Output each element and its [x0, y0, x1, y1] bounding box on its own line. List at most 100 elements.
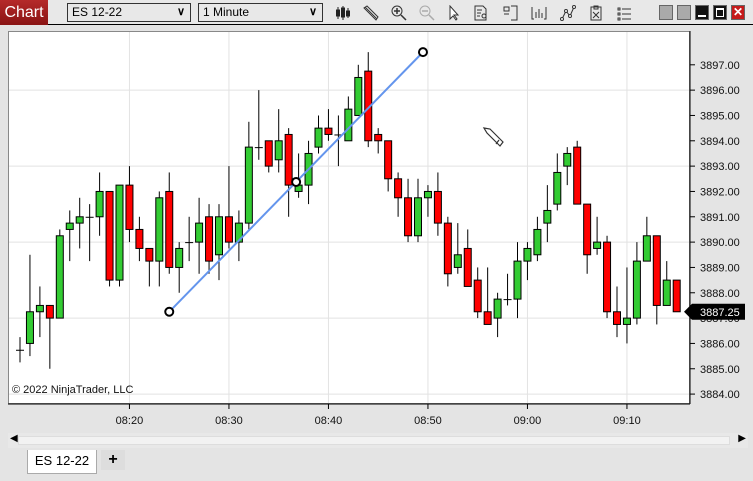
price-tick-label: 3895.00 [700, 110, 740, 122]
tab-es-12-22[interactable]: ES 12-22 [27, 450, 97, 474]
time-tick-label: 09:10 [613, 415, 641, 427]
candle-body [672, 279, 681, 313]
candle-body [175, 247, 184, 268]
candle-body [224, 216, 233, 243]
candle-body [244, 146, 253, 224]
candle-body [443, 222, 452, 275]
candle-body [593, 241, 602, 249]
candle [463, 229, 472, 287]
candle-body [85, 216, 94, 218]
candle [95, 172, 104, 236]
candle-body [35, 304, 44, 313]
candle [622, 267, 631, 344]
candle [593, 216, 602, 255]
candle-body [543, 209, 552, 224]
candle-body [145, 247, 154, 262]
candle [145, 247, 154, 287]
candle-body [613, 311, 621, 325]
scroll-thumb[interactable] [18, 436, 730, 445]
candle-body [95, 190, 104, 218]
copyright-text: © 2022 NinjaTrader, LLC [12, 384, 134, 396]
candle-body [463, 247, 472, 287]
candle [115, 184, 124, 287]
candle [284, 128, 293, 217]
candle-body [135, 228, 144, 249]
candle-body [55, 235, 64, 319]
pencil-cursor-icon [482, 126, 506, 155]
horizontal-scrollbar[interactable]: ◀ ▶ [8, 433, 748, 448]
candle-body [155, 197, 164, 262]
candle [493, 292, 502, 338]
candle [244, 121, 253, 230]
candle-body [553, 171, 562, 205]
candle [394, 172, 403, 217]
candle-body [16, 349, 24, 351]
time-tick-label: 08:30 [215, 415, 243, 427]
candle-body [433, 190, 442, 224]
add-tab-button[interactable]: + [101, 450, 125, 470]
time-tick-label: 09:00 [514, 415, 542, 427]
current-price-label: 3887.25 [700, 307, 740, 319]
candle-body [622, 317, 631, 325]
candle-body [533, 228, 542, 256]
candle-body [105, 190, 114, 281]
candle [185, 216, 194, 262]
candle [314, 115, 323, 154]
price-tick-label: 3892.00 [700, 186, 740, 198]
candle-body [115, 184, 124, 281]
candle [543, 185, 552, 243]
candle-body [254, 147, 263, 149]
candle [155, 191, 164, 287]
candle [613, 286, 621, 338]
candle-body [274, 140, 283, 161]
candle-body [284, 133, 293, 186]
candle-body [354, 76, 363, 116]
candle-body [563, 152, 572, 167]
candle-body [264, 140, 273, 167]
candle [652, 235, 661, 325]
scroll-left-icon[interactable]: ◀ [10, 433, 18, 444]
candle [125, 166, 134, 243]
candle [573, 140, 582, 205]
candle [224, 166, 233, 249]
candle [215, 204, 223, 281]
candle-body [404, 197, 413, 237]
price-tick-label: 3891.00 [700, 212, 740, 224]
price-tick-label: 3888.00 [700, 288, 740, 300]
candle-body [374, 133, 383, 142]
candle [563, 147, 572, 186]
candle [45, 304, 54, 369]
candle [35, 286, 44, 338]
line-anchor-handle [417, 47, 428, 58]
candle [503, 273, 512, 306]
price-tick-label: 3889.00 [700, 262, 740, 274]
line-anchor-handle [164, 306, 175, 317]
scroll-right-icon[interactable]: ▶ [738, 433, 746, 444]
price-tick-label: 3894.00 [700, 136, 740, 148]
candle [483, 267, 492, 325]
price-tick-label: 3886.00 [700, 338, 740, 350]
time-tick-label: 08:20 [116, 415, 144, 427]
candle-body [503, 299, 512, 301]
candle [16, 337, 24, 363]
candle [583, 203, 592, 274]
candle-body [423, 190, 432, 199]
candle [75, 197, 84, 249]
candle [344, 96, 353, 142]
candle-body [603, 241, 612, 313]
candle-body [394, 178, 403, 199]
candle [354, 64, 363, 116]
candle [453, 223, 462, 274]
candle [195, 197, 204, 274]
candle-body [473, 279, 482, 313]
candle-body [215, 216, 223, 256]
candle-body [65, 222, 74, 230]
candle [384, 140, 393, 192]
candle-body [583, 203, 592, 256]
candle-body [642, 235, 651, 262]
candle [165, 172, 174, 274]
candle [672, 279, 681, 313]
candle-body [185, 242, 194, 244]
candle [25, 254, 34, 357]
time-tick-label: 08:40 [315, 415, 343, 427]
